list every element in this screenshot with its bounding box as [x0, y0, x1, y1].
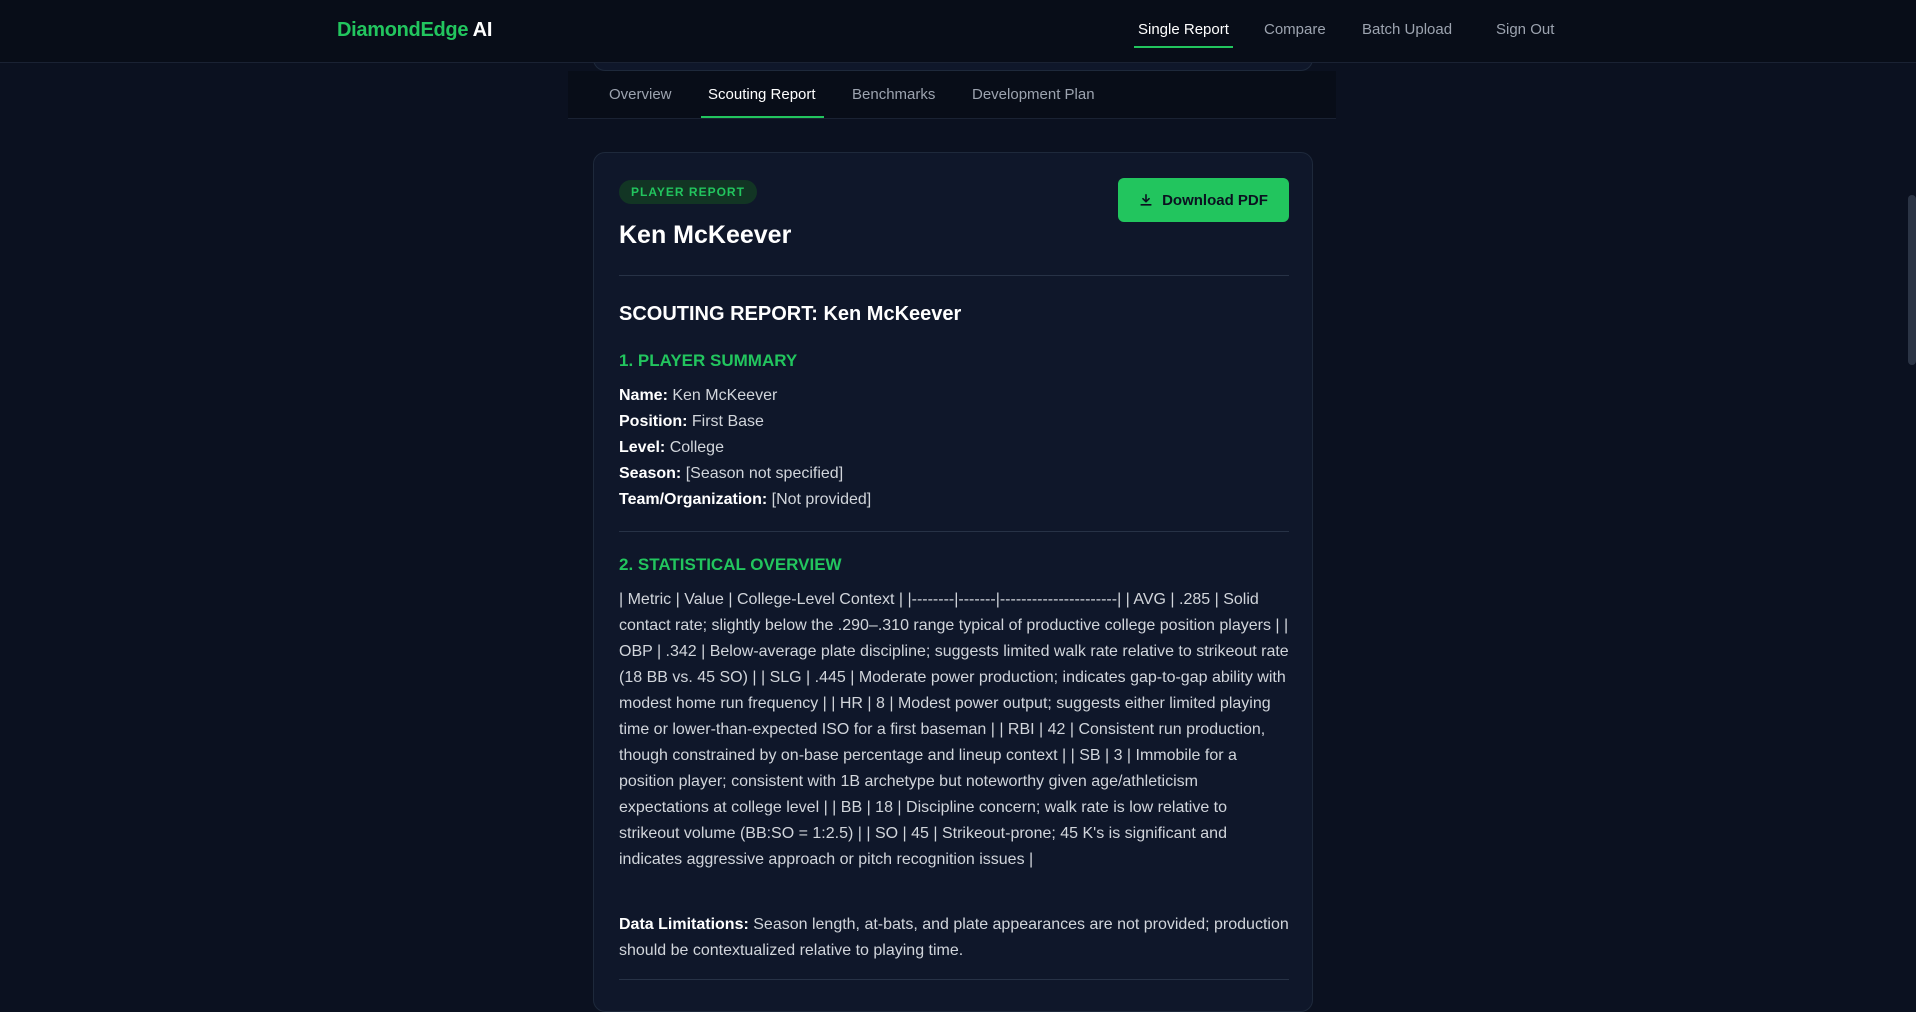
- statistical-overview-text: | Metric | Value | College-Level Context…: [619, 591, 1289, 868]
- player-summary-heading: 1. PLAYER SUMMARY: [619, 351, 798, 370]
- statistical-overview-heading: 2. STATISTICAL OVERVIEW: [619, 555, 842, 574]
- nav-sign-out[interactable]: Sign Out: [1496, 21, 1554, 38]
- download-pdf-label: Download PDF: [1162, 191, 1268, 209]
- report-card: PLAYER REPORT Ken McKeever Download PDF …: [593, 152, 1313, 1012]
- download-pdf-button[interactable]: Download PDF: [1118, 178, 1289, 222]
- field-name-value: Ken McKeever: [672, 387, 778, 404]
- field-level: Level: College: [619, 439, 724, 457]
- scouting-report-title: SCOUTING REPORT: Ken McKeever: [619, 303, 962, 325]
- tab-development-plan[interactable]: Development Plan: [972, 86, 1095, 103]
- limitations-divider: [619, 979, 1289, 980]
- field-position: Position: First Base: [619, 413, 764, 431]
- field-team-label: Team/Organization:: [619, 491, 768, 508]
- field-level-label: Level:: [619, 439, 666, 456]
- report-tabs: Overview Scouting Report Benchmarks Deve…: [568, 71, 1336, 119]
- field-season-value: [Season not specified]: [685, 465, 844, 482]
- field-team: Team/Organization: [Not provided]: [619, 491, 871, 509]
- summary-divider: [619, 531, 1289, 532]
- tab-benchmarks[interactable]: Benchmarks: [852, 86, 935, 103]
- field-name: Name: Ken McKeever: [619, 387, 777, 405]
- brand-name-primary: DiamondEdge: [337, 19, 469, 41]
- header-divider: [619, 275, 1289, 276]
- field-name-label: Name:: [619, 387, 668, 404]
- tab-overview[interactable]: Overview: [609, 86, 672, 103]
- field-position-value: First Base: [691, 413, 764, 430]
- tab-scouting-report[interactable]: Scouting Report: [708, 86, 816, 103]
- nav-compare[interactable]: Compare: [1264, 21, 1326, 38]
- brand-logo[interactable]: DiamondEdge AI: [337, 19, 492, 42]
- data-limitations: Data Limitations: Season length, at-bats…: [619, 912, 1291, 964]
- nav-batch-upload[interactable]: Batch Upload: [1362, 21, 1452, 38]
- player-name-heading: Ken McKeever: [619, 221, 792, 249]
- nav-single-report[interactable]: Single Report: [1138, 21, 1229, 38]
- field-team-value: [Not provided]: [771, 491, 872, 508]
- data-limitations-label: Data Limitations:: [619, 916, 749, 933]
- tab-active-indicator: [701, 116, 824, 118]
- brand-name-secondary: AI: [472, 19, 493, 41]
- player-report-badge: PLAYER REPORT: [619, 180, 757, 204]
- field-season: Season: [Season not specified]: [619, 465, 843, 483]
- page-scrollbar-thumb[interactable]: [1908, 195, 1916, 365]
- field-season-label: Season:: [619, 465, 682, 482]
- field-position-label: Position:: [619, 413, 688, 430]
- download-icon: [1140, 193, 1152, 206]
- field-level-value: College: [669, 439, 724, 456]
- top-navbar: DiamondEdge AI Single Report Compare Bat…: [0, 0, 1916, 63]
- nav-active-indicator: [1134, 46, 1233, 48]
